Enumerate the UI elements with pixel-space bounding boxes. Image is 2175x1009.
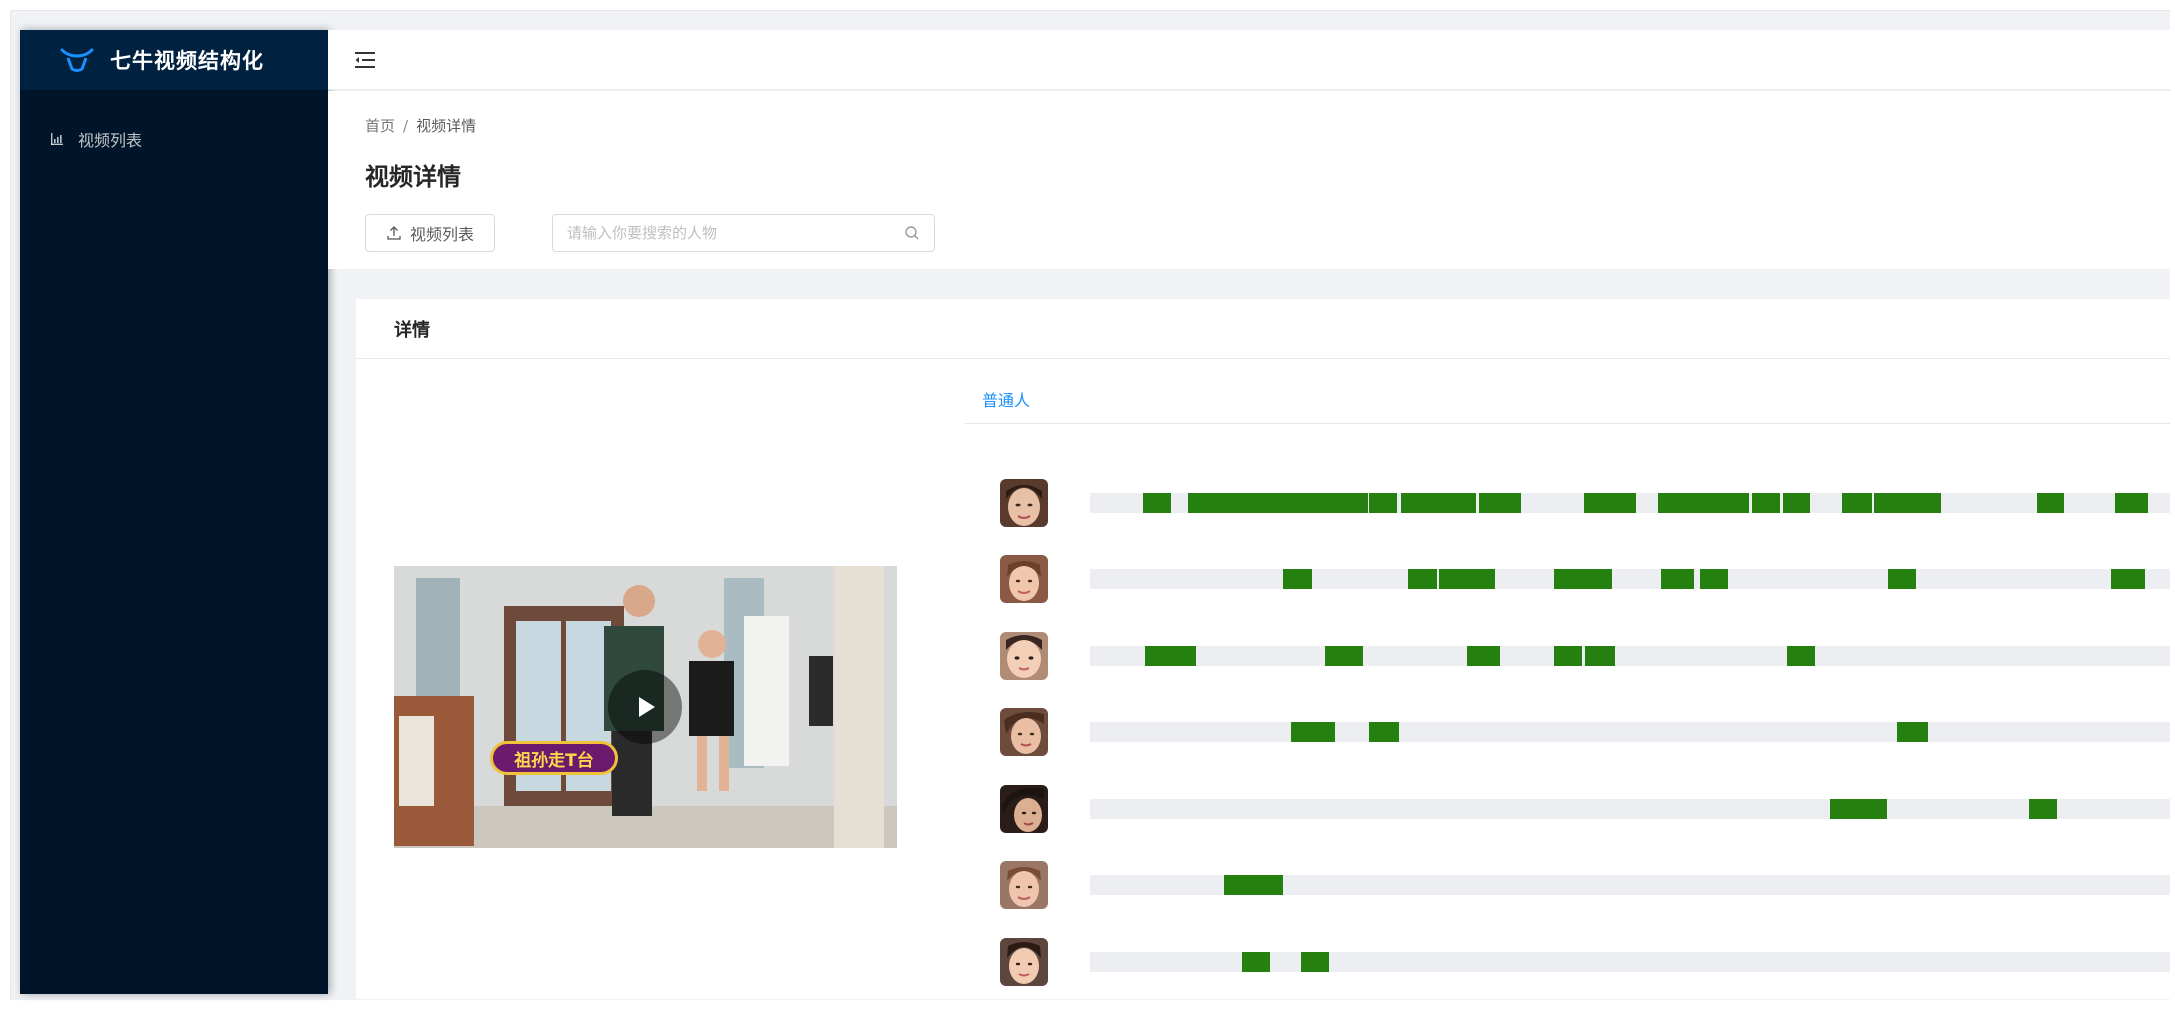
face-avatar[interactable]	[1000, 479, 1048, 527]
face-avatar[interactable]	[1000, 785, 1048, 833]
appearance-segment[interactable]	[2028, 799, 2057, 819]
timeline-row	[1000, 632, 2170, 682]
video-list-button-label: 视频列表	[409, 227, 474, 244]
appearance-segment[interactable]	[1283, 569, 1313, 589]
appearance-segment[interactable]	[1700, 569, 1729, 589]
person-search[interactable]	[552, 214, 935, 252]
face-3-icon	[1000, 632, 1048, 680]
menu-fold-icon[interactable]	[353, 49, 377, 71]
appearance-segment[interactable]	[1478, 493, 1521, 513]
play-button[interactable]	[608, 670, 682, 744]
timeline-row	[1000, 708, 2170, 758]
appearance-segment[interactable]	[1841, 493, 1872, 513]
appearance-segment[interactable]	[1438, 569, 1495, 589]
face-5-icon	[1000, 785, 1048, 833]
appearance-segment[interactable]	[1188, 493, 1368, 513]
face-4-icon	[1000, 708, 1048, 756]
play-icon	[639, 697, 655, 717]
video-player[interactable]: 祖孙走T台	[394, 566, 897, 848]
face-avatar[interactable]	[1000, 632, 1048, 680]
timeline-track	[1090, 493, 2170, 513]
breadcrumb-separator: /	[403, 117, 409, 135]
person-type-tabs: 普通人	[964, 359, 2170, 424]
sidebar: 七牛视频结构化 视频列表	[20, 30, 328, 994]
face-2-icon	[1000, 555, 1048, 603]
appearance-segment[interactable]	[1896, 722, 1929, 742]
appearance-segment[interactable]	[1290, 722, 1336, 742]
face-avatar[interactable]	[1000, 708, 1048, 756]
search-icon[interactable]	[904, 225, 920, 241]
appearance-segment[interactable]	[1786, 646, 1815, 666]
appearance-segment[interactable]	[1661, 569, 1694, 589]
logo[interactable]: 七牛视频结构化	[20, 30, 328, 90]
page-title: 视频详情	[365, 163, 461, 191]
breadcrumb: 首页 / 视频详情	[365, 115, 476, 136]
timeline-row	[1000, 479, 2170, 529]
sidebar-item-label: 视频列表	[78, 131, 143, 150]
page-header: 首页 / 视频详情 视频详情 视频列表	[328, 91, 2170, 269]
person-search-input[interactable]	[567, 224, 904, 242]
appearance-segment[interactable]	[1325, 646, 1364, 666]
appearance-segment[interactable]	[1554, 569, 1612, 589]
appearance-segment[interactable]	[1368, 493, 1397, 513]
timeline-row	[1000, 861, 2170, 911]
appearance-segment[interactable]	[1242, 952, 1271, 972]
appearance-segment[interactable]	[2037, 493, 2065, 513]
appearance-segment[interactable]	[1401, 493, 1476, 513]
video-title-badge: 祖孙走T台	[490, 741, 618, 775]
face-avatar[interactable]	[1000, 938, 1048, 986]
qiniu-logo-icon	[60, 48, 94, 72]
timeline-track	[1090, 722, 2170, 742]
appearance-segment[interactable]	[1407, 569, 1437, 589]
face-6-icon	[1000, 861, 1048, 909]
timeline-row	[1000, 555, 2170, 605]
sidebar-item-video-list[interactable]: 视频列表	[20, 112, 328, 166]
breadcrumb-current: 视频详情	[416, 117, 477, 135]
face-7-icon	[1000, 938, 1048, 986]
appearance-segment[interactable]	[1874, 493, 1942, 513]
timeline-track	[1090, 799, 2170, 819]
appearance-segment[interactable]	[1223, 875, 1284, 895]
appearance-segment[interactable]	[1554, 646, 1583, 666]
timeline-row	[1000, 938, 2170, 988]
bar-chart-icon	[51, 133, 63, 145]
appearance-segment[interactable]	[1466, 646, 1501, 666]
tab-ordinary-person[interactable]: 普通人	[982, 387, 1030, 411]
appearance-segment[interactable]	[1584, 646, 1615, 666]
appearance-segment[interactable]	[1888, 569, 1917, 589]
appearance-segment[interactable]	[1783, 493, 1811, 513]
card-title: 详情	[356, 299, 2170, 359]
appearance-segment[interactable]	[1658, 493, 1749, 513]
timeline-track	[1090, 569, 2170, 589]
detail-card: 详情 祖孙走T台 普通人	[356, 299, 2170, 999]
appearance-segment[interactable]	[1368, 722, 1399, 742]
timeline-row	[1000, 785, 2170, 835]
timeline-track	[1090, 646, 2170, 666]
face-avatar[interactable]	[1000, 861, 1048, 909]
appearance-segment[interactable]	[1145, 646, 1196, 666]
face-1-icon	[1000, 479, 1048, 527]
face-avatar[interactable]	[1000, 555, 1048, 603]
appearance-segment[interactable]	[1142, 493, 1171, 513]
appearance-segment[interactable]	[1300, 952, 1329, 972]
top-header	[328, 30, 2170, 90]
app-title: 七牛视频结构化	[110, 49, 264, 73]
timeline-track	[1090, 952, 2170, 972]
appearance-segment[interactable]	[1583, 493, 1637, 513]
video-list-button[interactable]: 视频列表	[365, 214, 495, 252]
breadcrumb-home[interactable]: 首页	[365, 117, 395, 135]
appearance-segment[interactable]	[2114, 493, 2149, 513]
appearance-segment[interactable]	[1752, 493, 1781, 513]
upload-icon	[387, 226, 401, 240]
appearance-segment[interactable]	[1829, 799, 1888, 819]
timeline-track	[1090, 875, 2170, 895]
appearance-segment[interactable]	[2110, 569, 2146, 589]
